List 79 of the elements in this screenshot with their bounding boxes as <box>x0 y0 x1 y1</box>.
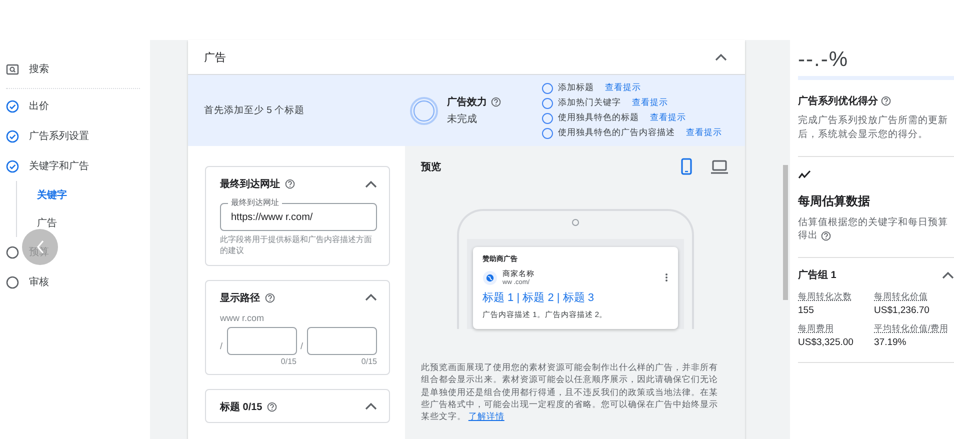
help-icon[interactable] <box>265 292 275 303</box>
collapse-button[interactable] <box>365 293 377 302</box>
scrollbar[interactable] <box>783 165 788 300</box>
preview-title: 预览 <box>421 160 441 174</box>
description-text: 估算值根据您的关键字和每日预算得出 <box>798 216 949 244</box>
path-field[interactable] <box>226 326 296 355</box>
sidebar-subitem[interactable]: 广告 <box>37 209 150 237</box>
path-separator: / <box>220 341 223 352</box>
chevron-icon <box>365 180 377 188</box>
section-title: 标题 0/15 <box>220 400 262 414</box>
stat-value: US$3,325.00 <box>798 337 854 348</box>
chevron-icon <box>715 52 727 62</box>
help-icon[interactable] <box>881 96 891 106</box>
card-title: 广告 <box>204 50 226 64</box>
tip-checkbox[interactable] <box>542 112 553 124</box>
character-counter: 0/15 <box>361 356 377 366</box>
laptop-icon <box>710 158 729 174</box>
stat-label: 每周转化次数 <box>798 291 853 304</box>
chevron-icon <box>365 402 377 412</box>
stat-value: 37.19% <box>874 337 908 348</box>
sidebar-item[interactable]: 出价 <box>6 91 150 121</box>
help-icon[interactable] <box>285 179 295 189</box>
description-text: 完成广告系列投放广告所需的更新后，系统就会显示您的得分。 <box>798 114 949 142</box>
domain-text: www r.com <box>220 312 266 323</box>
search-icon <box>6 64 19 74</box>
collapse-button[interactable] <box>942 270 954 280</box>
chevron-icon <box>365 293 377 302</box>
strength-label: 广告效力 <box>447 95 487 109</box>
tip-text: 添加热门关键字 <box>558 97 621 109</box>
path-field[interactable] <box>307 326 377 355</box>
sidebar-subitem[interactable]: 关键字 <box>37 181 150 209</box>
globe-icon <box>482 270 496 284</box>
phone-icon <box>681 158 692 175</box>
section-title: 广告系列优化得分 <box>798 94 878 108</box>
stat-label: 每周费用 <box>798 323 835 336</box>
collapse-button[interactable] <box>715 52 727 62</box>
tip-checkbox[interactable] <box>542 98 553 108</box>
ad-headline: 标题 1 | 标题 2 | 标题 3 <box>482 291 595 305</box>
tip-text: 使用独具特色的广告内容描述 <box>558 127 675 139</box>
trend-icon <box>798 168 811 180</box>
section-title: 最终到达网址 <box>220 178 280 191</box>
help-icon[interactable] <box>820 230 831 241</box>
helper-text: 此字段将用于提供标题和广告内容描述方面的建议 <box>220 235 373 257</box>
section-title: 显示路径 <box>220 292 260 305</box>
score-value: --.-% <box>798 48 850 72</box>
tip-checkbox[interactable] <box>542 128 553 138</box>
hint-text: 首先添加至少 5 个标题 <box>204 104 306 117</box>
collapse-button[interactable] <box>365 402 377 412</box>
learn-more-link[interactable]: 了解详情 <box>468 411 504 422</box>
stat-value: US$1,236.70 <box>874 305 930 316</box>
tip-text: 使用独具特色的标题 <box>558 112 639 124</box>
tip-link[interactable]: 查看提示 <box>632 97 668 109</box>
preview-note: 此预览画面展现了使用您的素材资源可能会制作出什么样的广告，并非所有组合都会显示出来。素材资源可能会以任意顺序展示，因此请确保它们无论是单独使用还是组合使用都行得通，且不违反我们的政策或当地法律。在某些广告格式中，可能会出现一定程度的省略。您可以确保在广告中始终显示某些文字。 了解详情 <box>421 361 719 423</box>
tip-link[interactable]: 查看提示 <box>686 127 722 139</box>
ring-icon <box>409 96 439 126</box>
stat-label: 每周转化价值 <box>874 291 929 304</box>
sidebar-item[interactable]: 关键字和广告 <box>6 151 150 181</box>
sidebar-item[interactable]: 搜索 <box>6 54 150 84</box>
camera-icon <box>572 219 579 226</box>
stat-value: 155 <box>798 305 815 316</box>
more-icon[interactable] <box>664 273 668 282</box>
field-label: 最终到达网址 <box>228 197 282 208</box>
stat-label: 平均转化价值/费用 <box>874 323 950 336</box>
path-separator: / <box>300 341 304 352</box>
chevron-icon <box>942 270 954 280</box>
sidebar-item[interactable]: 审核 <box>6 267 150 297</box>
help-icon[interactable] <box>267 402 278 412</box>
tip-link[interactable]: 查看提示 <box>605 82 641 94</box>
collapse-button[interactable] <box>365 180 377 188</box>
help-icon[interactable] <box>491 97 501 107</box>
strength-status: 未完成 <box>447 112 478 126</box>
section-title: 每周估算数据 <box>798 192 871 210</box>
tip-checkbox[interactable] <box>542 82 553 94</box>
tip-link[interactable]: 查看提示 <box>650 112 686 124</box>
ad-group-title: 广告组 1 <box>798 268 836 282</box>
back-button[interactable] <box>22 229 58 265</box>
tip-text: 添加标题 <box>558 82 594 94</box>
sidebar-item[interactable]: 广告系列设置 <box>6 121 150 151</box>
character-counter: 0/15 <box>280 356 296 366</box>
